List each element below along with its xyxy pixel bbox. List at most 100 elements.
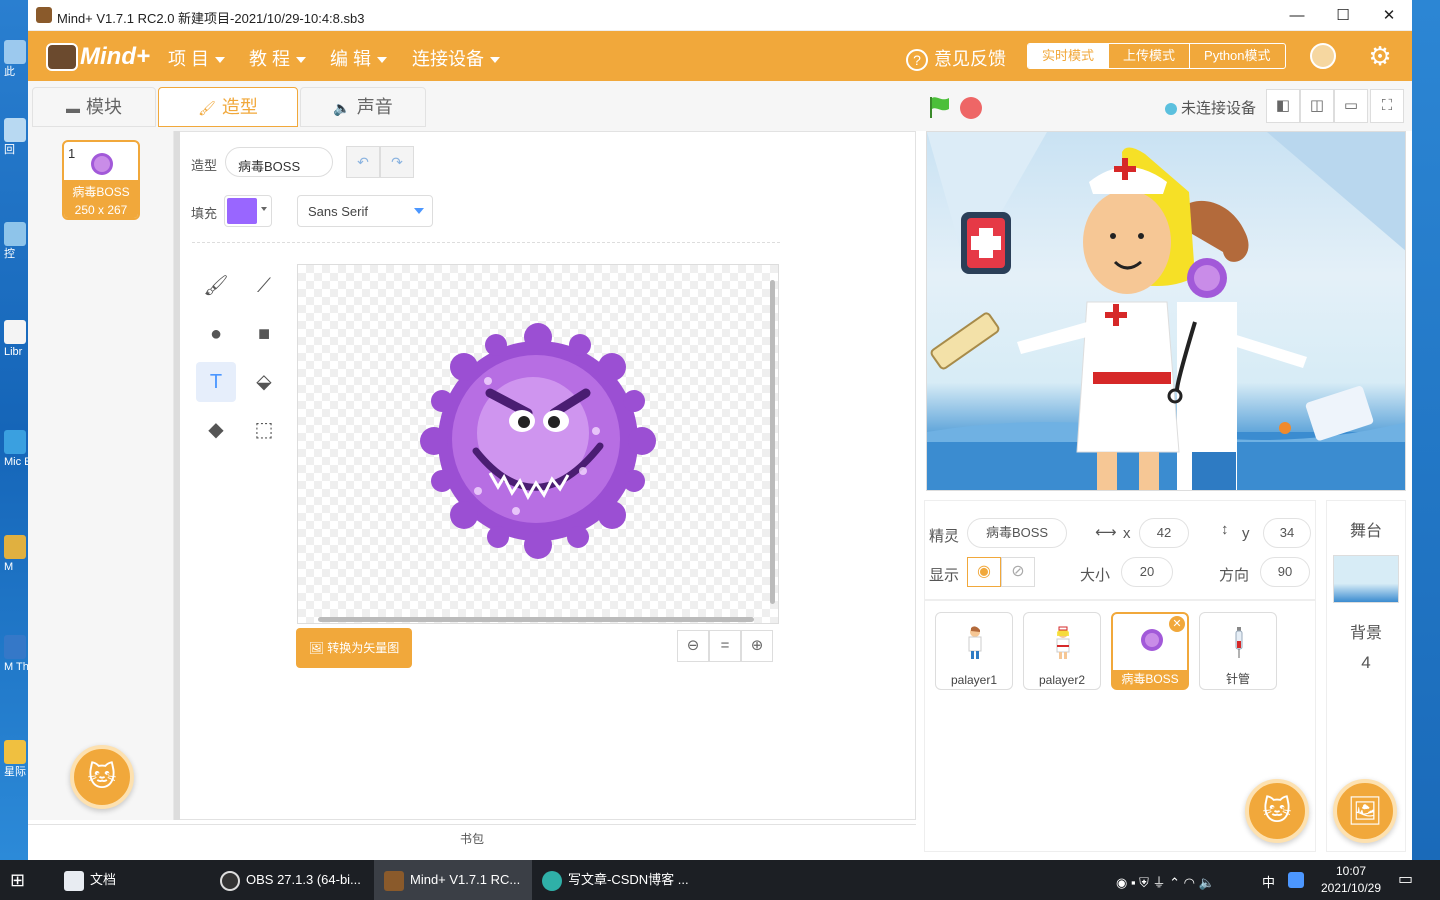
costume-name-input[interactable]: 病毒BOSS: [225, 147, 333, 177]
close-button[interactable]: ✕: [1366, 0, 1412, 31]
sprite-card[interactable]: 针管: [1199, 612, 1277, 690]
circle-tool-icon[interactable]: ●: [196, 314, 236, 354]
zoom-reset-button[interactable]: =: [709, 630, 741, 662]
sprite-name: palayer1: [950, 673, 998, 687]
menu-project[interactable]: 项 目: [168, 45, 226, 71]
line-tool-icon[interactable]: ⟋: [244, 266, 284, 306]
question-icon: ?: [906, 49, 928, 72]
taskbar-item[interactable]: 写文章-CSDN博客 ...: [542, 860, 702, 900]
costume-name: 病毒BOSS: [72, 185, 130, 199]
mode-upload[interactable]: 上传模式: [1109, 44, 1191, 68]
desktop-icon[interactable]: 此: [4, 40, 28, 78]
desktop-icon[interactable]: 回: [4, 118, 28, 156]
stage-selector[interactable]: 舞台 背景 4 🖼: [1326, 500, 1406, 852]
small-stage-icon[interactable]: ◧: [1266, 89, 1300, 123]
text-tool-icon[interactable]: T: [196, 362, 236, 402]
mindplus-logo: Mind+: [46, 39, 150, 73]
menu-edit[interactable]: 编 辑: [330, 45, 388, 71]
windows-start-icon[interactable]: ⊞: [10, 860, 40, 900]
add-backdrop-button[interactable]: 🖼: [1333, 779, 1397, 843]
convert-to-vector-button[interactable]: 🖼 转换为矢量图: [296, 628, 412, 668]
backpack-bar[interactable]: 书包: [28, 824, 916, 852]
taskbar-item[interactable]: 文档: [64, 860, 204, 900]
tab-row: ▬ 模块 🖌 造型 🔈 声音 未连接设备 ◧ ◫ ▭ ⛶: [28, 81, 1412, 131]
window-title: Mind+ V1.7.1 RC2.0 新建项目-2021/10/29-10:4:…: [57, 11, 365, 26]
tab-sounds[interactable]: 🔈 声音: [300, 87, 426, 127]
font-select[interactable]: Sans Serif: [297, 195, 433, 227]
desktop-icon[interactable]: M Thu: [4, 635, 28, 673]
costume-list: 1 病毒BOSS 250 x 267 🐱: [28, 131, 174, 820]
gear-icon[interactable]: ⚙: [1365, 41, 1395, 71]
taskbar-item[interactable]: OBS 27.1.3 (64-bi...: [220, 860, 368, 900]
brush-tool-icon[interactable]: 🖌: [196, 266, 236, 306]
fullscreen-icon[interactable]: ⛶: [1370, 89, 1404, 123]
direction-input[interactable]: 90: [1260, 557, 1310, 587]
cat-add-icon: 🐱: [87, 761, 117, 792]
divider: [192, 242, 780, 243]
desktop-icon[interactable]: 星际: [4, 740, 28, 778]
fill-color-picker[interactable]: [224, 195, 272, 227]
taskbar-item-active[interactable]: Mind+ V1.7.1 RC...: [374, 860, 532, 900]
sprite-name: 病毒BOSS: [1113, 670, 1187, 688]
blocks-icon: ▬: [66, 100, 80, 116]
mode-realtime[interactable]: 实时模式: [1028, 44, 1110, 68]
add-sprite-button[interactable]: 🐱: [1245, 779, 1309, 843]
y-input[interactable]: 34: [1263, 518, 1311, 548]
sprite-info-panel: 精灵 病毒BOSS ⟷ x 42 ↕ y 34 显示 ◉ ⊘ 大小 20 方向 …: [924, 500, 1316, 600]
brush-icon: 🖌: [198, 100, 216, 116]
stage-canvas[interactable]: [926, 131, 1406, 491]
add-costume-button[interactable]: 🐱: [70, 745, 134, 809]
normal-stage-icon[interactable]: ◫: [1300, 89, 1334, 123]
costume-item[interactable]: 1 病毒BOSS 250 x 267: [62, 140, 140, 220]
undo-icon[interactable]: ↶: [346, 146, 380, 178]
menu-tutorial[interactable]: 教 程: [249, 45, 307, 71]
input-method-icon[interactable]: [1288, 872, 1304, 888]
fill-swatch: [227, 198, 257, 224]
desktop-icon[interactable]: Libr: [4, 320, 28, 358]
mode-python[interactable]: Python模式: [1190, 44, 1284, 68]
ime-indicator[interactable]: 中: [1262, 872, 1275, 891]
x-arrows-icon: ⟷: [1095, 524, 1117, 541]
tray-icons[interactable]: ◉ ▪ ⛨ ⏚ ⌃ ◠ 🔈: [1116, 872, 1215, 891]
horizontal-scrollbar[interactable]: [318, 617, 754, 622]
zoom-out-icon[interactable]: ⊖: [677, 630, 709, 662]
hide-eye-icon[interactable]: ⊘: [1001, 557, 1035, 587]
feedback-button[interactable]: ? 意见反馈: [906, 45, 1006, 72]
delete-sprite-icon[interactable]: ✕: [1169, 616, 1185, 632]
desktop-icon[interactable]: M: [4, 535, 28, 573]
redo-icon[interactable]: ↷: [380, 146, 414, 178]
sprite-card[interactable]: palayer1: [935, 612, 1013, 690]
syringe-sprite-icon: [1235, 627, 1243, 658]
stop-icon[interactable]: [960, 97, 982, 119]
desktop-icon[interactable]: 控: [4, 222, 28, 260]
size-input[interactable]: 20: [1121, 557, 1173, 587]
tab-blocks[interactable]: ▬ 模块: [32, 87, 156, 127]
menu-connect-device[interactable]: 连接设备: [412, 45, 500, 71]
hide-stage-icon[interactable]: ▭: [1334, 89, 1368, 123]
virus-sprite-icon: [1141, 629, 1163, 651]
sprite-card[interactable]: palayer2: [1023, 612, 1101, 690]
sprite-name: palayer2: [1038, 673, 1086, 687]
notification-icon[interactable]: ▭: [1398, 869, 1413, 889]
tab-costumes[interactable]: 🖌 造型: [158, 87, 298, 127]
x-input[interactable]: 42: [1139, 518, 1189, 548]
green-flag-icon[interactable]: [928, 95, 952, 119]
stage-title: 舞台: [1349, 523, 1382, 540]
user-avatar[interactable]: [1310, 43, 1336, 69]
select-tool-icon[interactable]: ⬚: [244, 410, 284, 450]
show-eye-icon[interactable]: ◉: [967, 557, 1001, 587]
maximize-button[interactable]: ☐: [1320, 0, 1366, 31]
minimize-button[interactable]: —: [1274, 0, 1320, 31]
vertical-scrollbar[interactable]: [770, 280, 775, 604]
drawing-canvas[interactable]: [297, 264, 779, 624]
fill-bucket-icon[interactable]: ⬙: [244, 362, 284, 402]
desktop-icon[interactable]: Mic Edg: [4, 430, 28, 468]
sprite-name-input[interactable]: 病毒BOSS: [967, 518, 1067, 548]
eraser-tool-icon[interactable]: ◆: [196, 410, 236, 450]
desktop-right-strip: [1412, 0, 1440, 860]
y-arrows-icon: ↕: [1221, 521, 1229, 538]
rectangle-tool-icon[interactable]: ■: [244, 314, 284, 354]
zoom-in-icon[interactable]: ⊕: [741, 630, 773, 662]
sprite-card-selected[interactable]: ✕ 病毒BOSS: [1111, 612, 1189, 690]
clock[interactable]: 10:07 2021/10/29: [1318, 863, 1384, 897]
